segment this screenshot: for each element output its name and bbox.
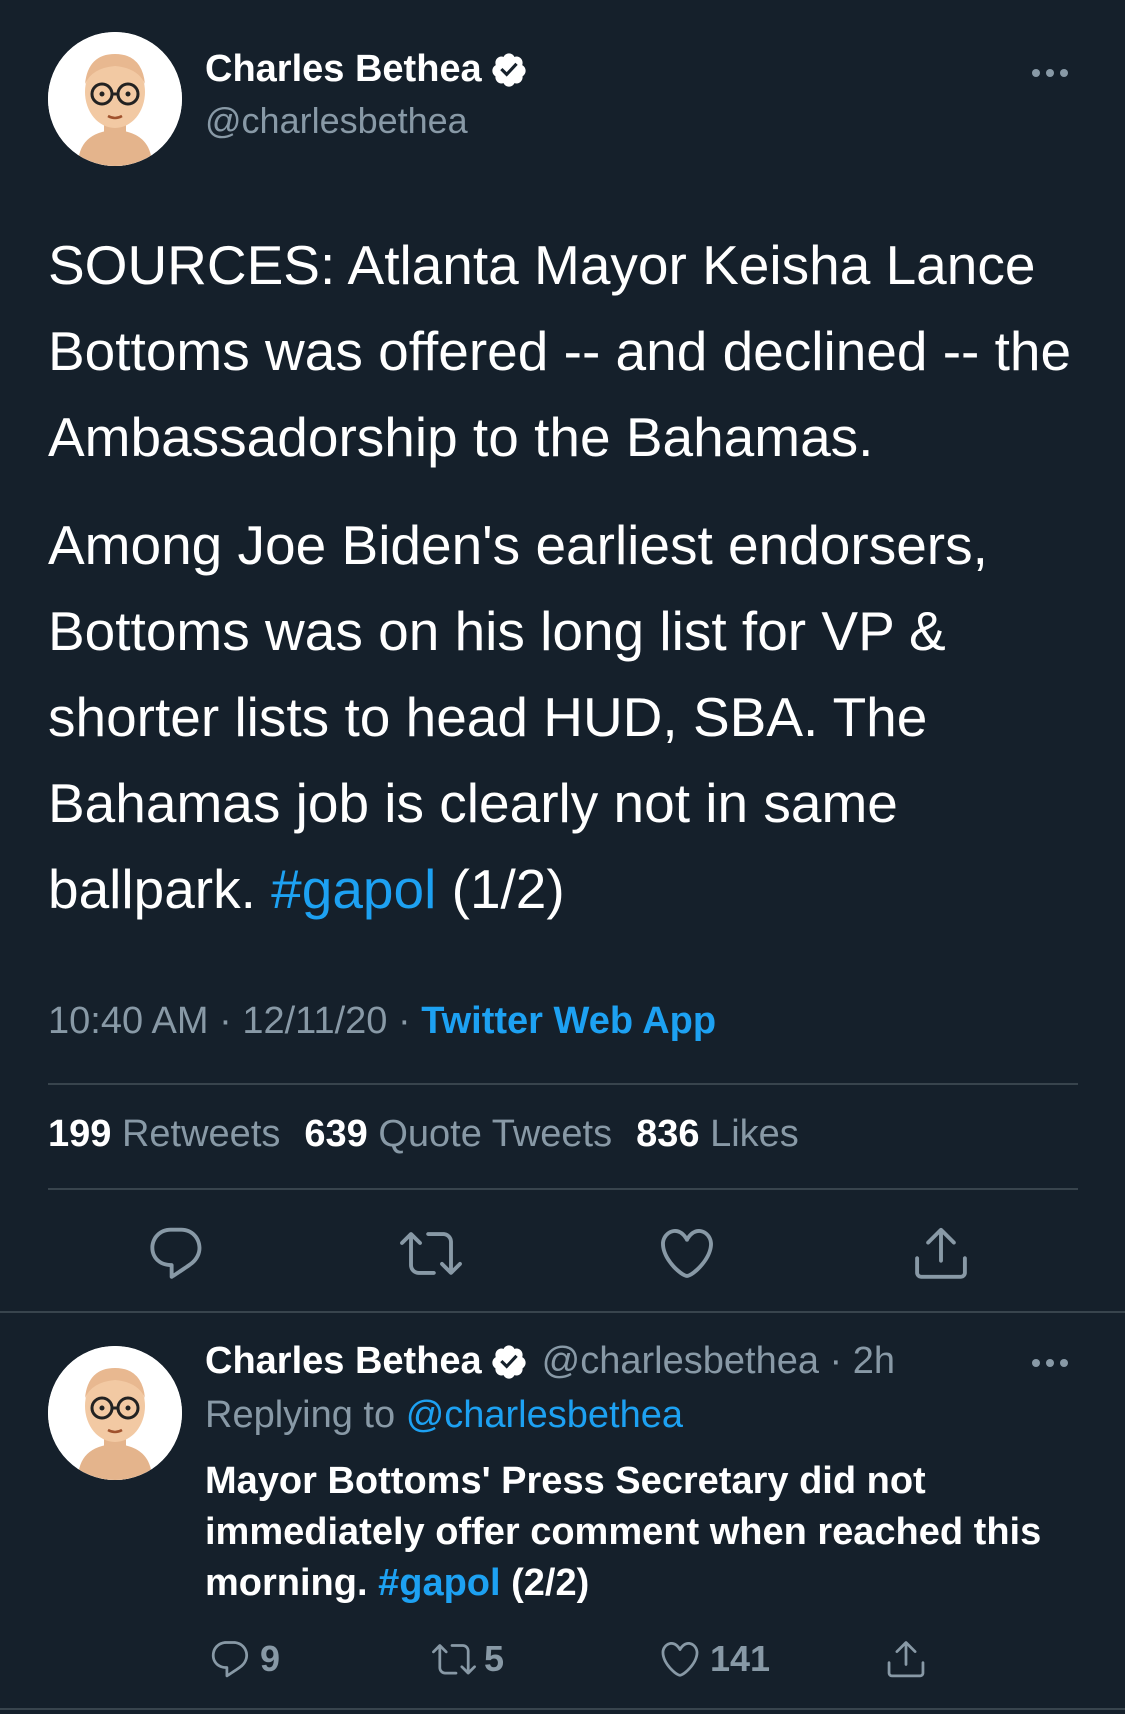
reply-icon [211,1641,249,1678]
like-count: 141 [710,1638,771,1679]
reply-text-body: Mayor Bottoms' Press Secretary did not i… [205,1460,1042,1604]
verified-badge-icon [490,1343,528,1381]
reply-author-row[interactable]: Charles Bethea @charlesbethea · 2h [205,1340,895,1383]
like-icon [661,1641,699,1677]
mention-link[interactable]: @charlesbethea [406,1394,683,1436]
tweet-action-bar [0,1222,1125,1284]
verified-badge-icon [490,51,528,89]
retweets-stat[interactable]: 199 Retweets [48,1113,280,1155]
reply-action-bar: 9 5 141 [0,1636,1125,1682]
author-display-name[interactable]: Charles Bethea [205,48,482,91]
divider [0,1311,1125,1313]
replying-to: Replying to @charlesbethea [205,1394,683,1437]
reply-icon[interactable] [145,1222,207,1284]
tweet-text: SOURCES: Atlanta Mayor Keisha Lance Bott… [48,222,1088,932]
tweet-paragraph-1: SOURCES: Atlanta Mayor Keisha Lance Bott… [48,234,1072,468]
like-icon[interactable] [656,1222,718,1284]
reply-text: Mayor Bottoms' Press Secretary did not i… [205,1456,1085,1609]
retweet-icon[interactable] [400,1222,462,1284]
tweet-date[interactable]: 12/11/20 [242,1000,387,1042]
retweet-icon [432,1644,476,1675]
tweet-time[interactable]: 10:40 AM [48,1000,209,1042]
avatar[interactable] [48,32,182,166]
likes-label: Likes [710,1113,799,1155]
engagement-stats: 199 Retweets 639 Quote Tweets 836 Likes [48,1113,799,1156]
retweets-count: 199 [48,1113,112,1155]
tweet-metadata: 10:40 AM · 12/11/20 · Twitter Web App [48,1000,716,1043]
avatar-illustration [48,1346,182,1480]
divider [48,1083,1078,1085]
avatar[interactable] [48,1346,182,1480]
retweet-button[interactable]: 5 [432,1636,504,1682]
more-options-icon[interactable] [1020,58,1080,88]
like-button[interactable]: 141 [658,1636,770,1682]
hashtag-link[interactable]: #gapol [271,858,436,920]
author-display-name[interactable]: Charles Bethea [205,1340,482,1383]
more-options-icon[interactable] [1020,1348,1080,1378]
reply-handle-time[interactable]: @charlesbethea · 2h [542,1340,895,1383]
quote-tweets-count: 639 [304,1113,368,1155]
author-name-row[interactable]: Charles Bethea [205,48,528,91]
retweet-count: 5 [484,1638,505,1679]
share-icon [887,1641,925,1678]
hashtag-link[interactable]: #gapol [378,1562,500,1604]
reply-button[interactable]: 9 [208,1636,280,1682]
divider [48,1188,1078,1190]
reply-count: 9 [260,1638,281,1679]
main-tweet: Charles Bethea @charlesbethea SOURCES: A… [0,0,1125,1312]
quote-tweets-stat[interactable]: 639 Quote Tweets [304,1113,612,1155]
thread-counter: (1/2) [451,858,565,920]
likes-count: 836 [636,1113,700,1155]
likes-stat[interactable]: 836 Likes [636,1113,799,1155]
replying-prefix: Replying to [205,1394,396,1436]
avatar-illustration [48,32,182,166]
retweets-label: Retweets [121,1113,281,1155]
meta-separator: · [219,1000,232,1042]
quote-tweets-label: Quote Tweets [378,1113,613,1155]
source-app-link[interactable]: Twitter Web App [421,1000,716,1042]
meta-separator: · [398,1000,411,1042]
thread-counter: (2/2) [511,1562,590,1604]
author-handle[interactable]: @charlesbethea [205,100,468,142]
share-icon[interactable] [910,1222,972,1284]
tweet-paragraph-2: Among Joe Biden's earliest endorsers, Bo… [48,502,1088,932]
share-button[interactable] [884,1636,928,1682]
divider [0,1708,1125,1710]
